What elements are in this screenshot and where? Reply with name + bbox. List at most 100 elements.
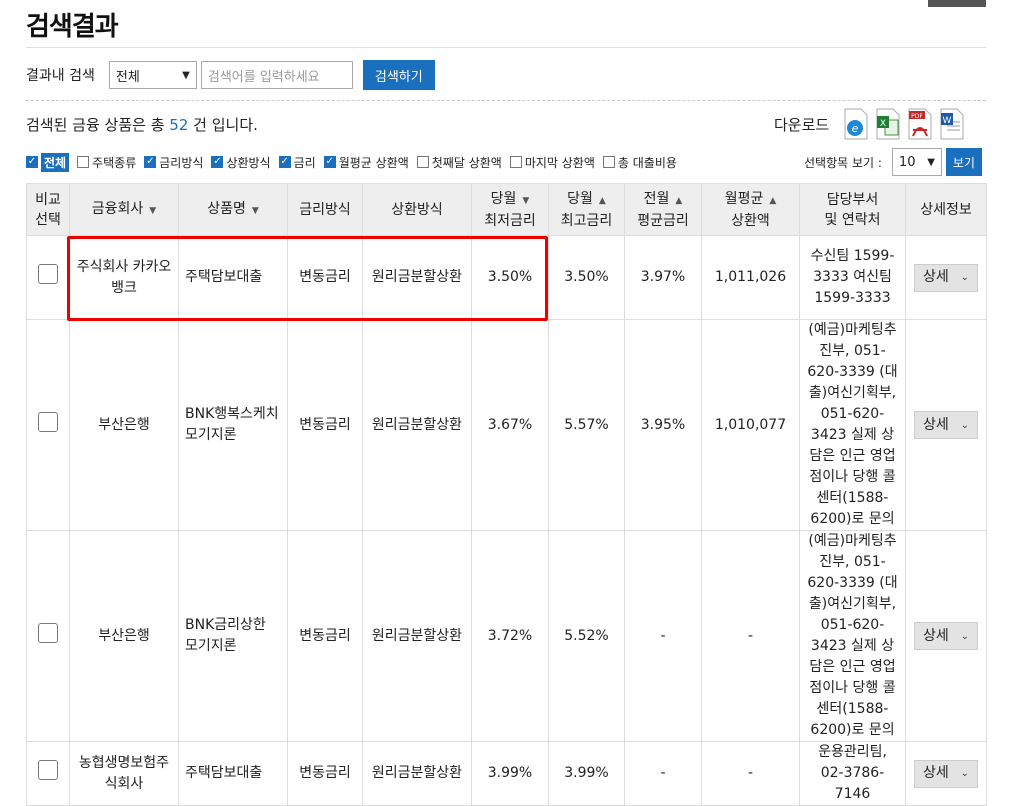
cell-product: BNK금리상한 모기지론: [178, 530, 288, 742]
detail-button[interactable]: 상세 ⌄: [914, 411, 978, 439]
header-repay: 상환방식: [362, 183, 472, 236]
cell-avg-rate: 3.97%: [624, 235, 702, 320]
cell-company: 농협생명보험주식회사: [69, 741, 179, 806]
sort-up-icon[interactable]: ▲: [675, 196, 682, 206]
search-label: 결과내 검색: [26, 68, 95, 84]
checkbox-checked-icon: ✓: [278, 156, 291, 168]
view-button[interactable]: 보기: [945, 148, 982, 176]
sort-down-icon[interactable]: ▼: [522, 196, 529, 206]
dotted-divider: [26, 100, 986, 101]
title-divider: [26, 47, 986, 48]
filter-repay-type[interactable]: ✓ 상환방식: [211, 154, 271, 171]
search-input[interactable]: 검색어를 입력하세요: [200, 61, 353, 89]
search-scope-value: 전체: [115, 69, 140, 85]
detail-button[interactable]: 상세 ⌄: [914, 263, 978, 292]
cell-max-rate: 5.52%: [548, 530, 625, 742]
sort-down-icon[interactable]: ▼: [252, 206, 259, 216]
view-count-value: 10: [898, 154, 916, 170]
cell-min-rate: 3.72%: [471, 530, 549, 742]
filter-all[interactable]: ✓ 전체: [26, 152, 70, 172]
svg-text:W: W: [943, 116, 952, 126]
filter-label: 총 대출비용: [617, 155, 677, 170]
chevron-down-icon: ⌄: [960, 272, 969, 283]
top-tab-fragment[interactable]: [928, 0, 986, 7]
filter-label: 금리방식: [159, 155, 204, 170]
header-detail: 상세정보: [905, 183, 987, 236]
header-rate-type: 금리방식: [287, 183, 363, 236]
filter-label: 금리: [293, 155, 316, 170]
search-scope-select[interactable]: 전체 ▼: [108, 61, 197, 89]
row-compare-checkbox[interactable]: [38, 264, 58, 284]
header-monthly[interactable]: 월평균 ▲ 상환액: [701, 183, 800, 236]
chevron-down-icon: ⌄: [960, 768, 969, 779]
cell-repay: 원리금분할상환: [362, 319, 472, 531]
search-button[interactable]: 검색하기: [362, 60, 435, 90]
cell-max-rate: 5.57%: [548, 319, 625, 531]
page-title: 검색결과: [26, 12, 119, 42]
filter-label: 상환방식: [226, 155, 271, 170]
cell-rate-type: 변동금리: [287, 741, 363, 806]
filter-last-payment[interactable]: 마지막 상환액: [509, 154, 595, 171]
cell-company: 주식회사 카카오뱅크: [69, 235, 179, 320]
filter-label: 월평균 상환액: [338, 155, 409, 170]
cell-avg-rate: -: [624, 530, 702, 742]
filter-monthly-payment[interactable]: ✓ 월평균 상환액: [323, 154, 409, 171]
sort-up-icon[interactable]: ▲: [599, 196, 606, 206]
row-compare-checkbox[interactable]: [38, 411, 58, 432]
cell-contact: 운용관리팀, 02-3786-7146: [799, 741, 906, 806]
chevron-down-icon: ⌄: [960, 630, 969, 642]
cell-monthly: -: [701, 530, 800, 742]
word-icon[interactable]: W: [939, 108, 965, 140]
count-suffix: 건 입니다.: [193, 116, 258, 134]
cell-product: BNK행복스케치 모기지론: [178, 319, 288, 531]
filter-total-cost[interactable]: 총 대출비용: [602, 154, 677, 171]
filter-house-type[interactable]: 주택종류: [77, 154, 136, 171]
header-min-rate[interactable]: 당월 ▼ 최저금리: [471, 183, 549, 236]
filter-label: 첫째달 상환액: [431, 155, 502, 170]
filter-label: 전체: [41, 152, 70, 172]
checkbox-icon: [509, 156, 522, 168]
filter-label: 주택종류: [92, 155, 137, 170]
excel-icon[interactable]: X: [875, 108, 901, 140]
svg-text:e: e: [852, 122, 859, 135]
header-max-rate[interactable]: 당월 ▲ 최고금리: [548, 183, 625, 236]
cell-min-rate: 3.67%: [471, 319, 549, 531]
checkbox-checked-icon: ✓: [26, 156, 38, 168]
header-product[interactable]: 상품명 ▼: [178, 183, 288, 236]
row-compare-checkbox[interactable]: [38, 622, 58, 643]
checkbox-icon: [416, 156, 429, 168]
detail-button[interactable]: 상세 ⌄: [914, 759, 978, 788]
header-company[interactable]: 금융회사 ▼: [69, 183, 179, 236]
cell-max-rate: 3.50%: [548, 235, 625, 320]
sort-up-icon[interactable]: ▲: [769, 196, 776, 206]
cell-rate-type: 변동금리: [287, 530, 363, 742]
checkbox-icon: [77, 156, 90, 168]
count-prefix: 검색된 금융 상품은 총: [26, 116, 165, 134]
pdf-icon[interactable]: PDF: [907, 108, 933, 140]
results-table: 비교 선택 금융회사 ▼ 상품명 ▼ 금리방식 상환방식 당월 ▼ 최저금리 당월 ▲ 최고금…: [26, 183, 987, 806]
filter-rate[interactable]: ✓ 금리: [278, 154, 316, 171]
cell-rate-type: 변동금리: [287, 235, 363, 320]
checkbox-checked-icon: ✓: [323, 156, 336, 168]
view-count-select[interactable]: 10 ▼: [891, 148, 942, 176]
svg-text:X: X: [880, 119, 886, 129]
table-row: 부산은행 BNK행복스케치 모기지론 변동금리 원리금분할상환 3.67% 5.…: [26, 319, 987, 531]
filter-first-payment[interactable]: 첫째달 상환액: [416, 154, 502, 171]
chevron-down-icon: ▼: [927, 156, 935, 168]
cell-monthly: 1,011,026: [701, 235, 800, 320]
result-count: 검색된 금융 상품은 총 52 건 입니다.: [26, 114, 258, 135]
view-label: 선택항목 보기 :: [804, 155, 882, 170]
detail-button[interactable]: 상세 ⌄: [914, 622, 978, 650]
cell-company: 부산은행: [69, 319, 179, 531]
cell-contact: (예금)마케팅추진부, 051-620-3339 (대출)여신기획부, 051-…: [799, 530, 906, 742]
ie-icon[interactable]: e: [843, 108, 869, 140]
row-compare-checkbox[interactable]: [38, 760, 58, 780]
download-area: 다운로드 e X PDF W: [774, 108, 971, 140]
cell-min-rate: 3.50%: [471, 235, 549, 320]
cell-product: 주택담보대출: [178, 235, 288, 320]
filter-rate-type[interactable]: ✓ 금리방식: [144, 154, 203, 171]
sort-down-icon[interactable]: ▼: [149, 206, 156, 216]
table-row: 주식회사 카카오뱅크 주택담보대출 변동금리 원리금분할상환 3.50% 3.5…: [26, 235, 987, 320]
view-count-control: 선택항목 보기 : 10 ▼ 보기: [804, 148, 982, 176]
header-avg-rate[interactable]: 전월 ▲ 평균금리: [624, 183, 702, 236]
